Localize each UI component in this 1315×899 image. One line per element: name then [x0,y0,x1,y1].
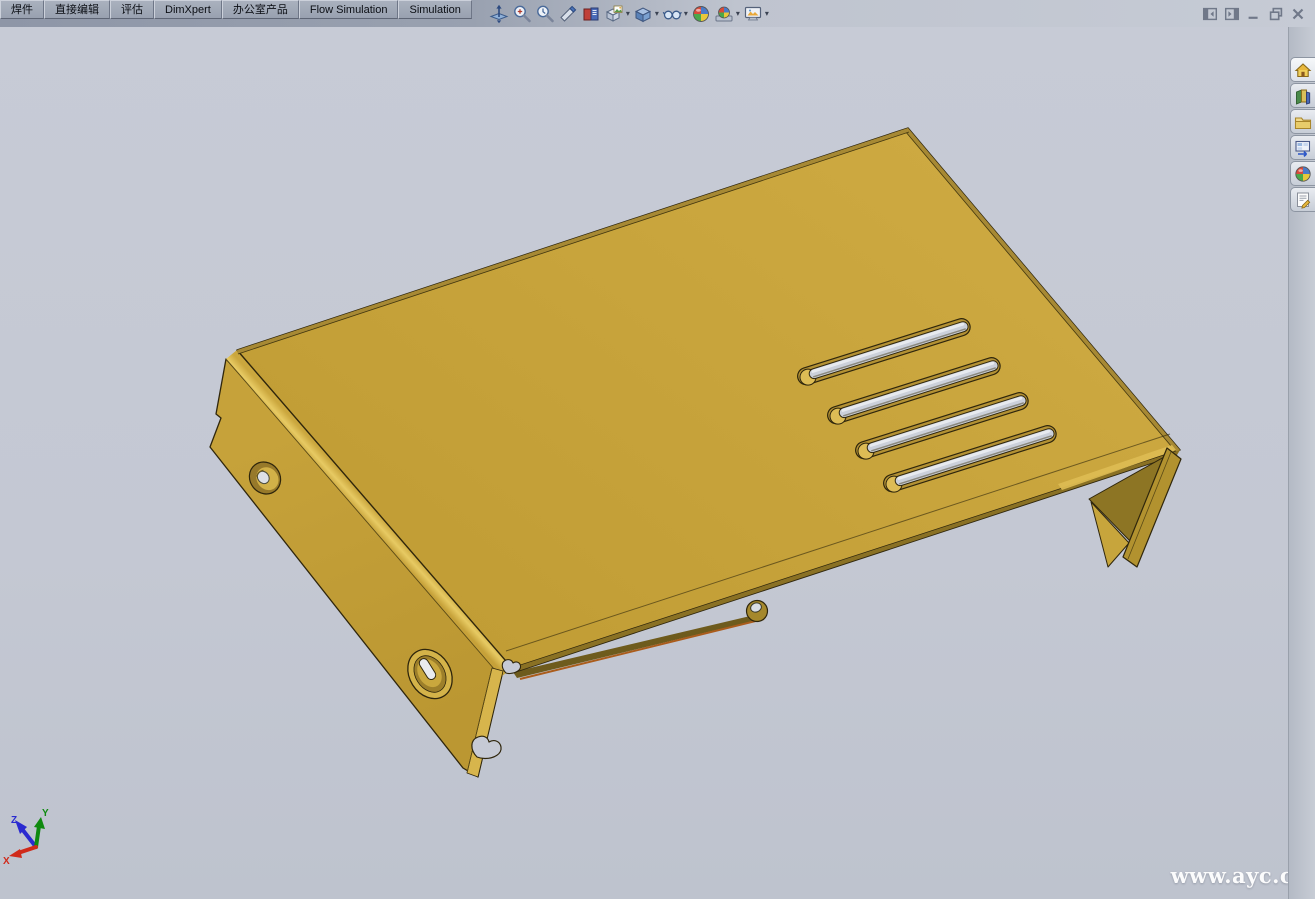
triad-x-label: X [3,856,10,867]
custom-properties-icon [1294,191,1312,209]
view-orientation-icon [604,4,624,24]
task-pane-tab-home[interactable] [1290,57,1315,82]
collapse-right-pane-icon [1223,5,1241,23]
triad-y-label: Y [42,808,49,819]
commandmanager-tabs: 焊件直接编辑评估DimXpert办公室产品Flow SimulationSimu… [0,0,472,20]
design-library-icon [1294,87,1312,105]
appearances-scenes-icon [1294,165,1312,183]
commandmanager-tab-0[interactable]: 焊件 [0,0,44,19]
view-orientation-dropdown-arrow[interactable]: ▾ [624,9,632,18]
corner-notch [502,660,520,674]
display-style-dropdown-arrow[interactable]: ▾ [653,9,661,18]
front-tab[interactable] [747,601,768,622]
commandmanager-tab-5[interactable]: Flow Simulation [299,0,399,19]
triad-z-label: Z [11,815,17,826]
zoom-to-fit-icon [489,4,509,24]
commandmanager-tab-6[interactable]: Simulation [398,0,471,19]
top-toolbar: 焊件直接编辑评估DimXpert办公室产品Flow SimulationSimu… [0,0,1315,27]
commandmanager-tab-1[interactable]: 直接编辑 [44,0,110,19]
view-orientation-button[interactable] [603,2,626,26]
apply-scene-button[interactable] [713,2,736,26]
edit-appearance-button[interactable] [690,2,713,26]
task-pane-tab-file-explorer[interactable] [1290,109,1315,134]
edit-appearance-icon [691,4,711,24]
flange-edge-notch [472,736,501,758]
section-view-icon [558,4,578,24]
task-pane-tab-appearances-scenes[interactable] [1290,161,1315,186]
close-icon [1289,5,1307,23]
task-pane-tab-custom-properties[interactable] [1290,187,1315,212]
sheet-metal-part[interactable] [210,128,1181,777]
zoom-to-area-icon [512,4,532,24]
window-controls [1199,0,1309,27]
minimize-button[interactable] [1243,5,1265,23]
previous-view-button[interactable] [534,2,557,26]
hide-show-items-button[interactable] [661,2,684,26]
commandmanager-tab-3[interactable]: DimXpert [154,0,222,19]
hide-show-items-dropdown-arrow[interactable]: ▾ [682,9,690,18]
commandmanager-tab-4[interactable]: 办公室产品 [222,0,299,19]
zoom-to-area-button[interactable] [511,2,534,26]
restore-button[interactable] [1265,5,1287,23]
task-pane-tab-view-palette[interactable] [1290,135,1315,160]
collapse-left-pane-button[interactable] [1199,5,1221,23]
view-settings-icon [743,4,763,24]
graphics-area[interactable]: Z Y X www.ayc.cn [0,27,1315,899]
minimize-icon [1245,5,1263,23]
view-settings-button[interactable] [742,2,765,26]
reference-triad: Z Y X [3,808,49,867]
3d-scene[interactable]: Z Y X [0,27,1315,899]
task-pane-tab-design-library[interactable] [1290,83,1315,108]
zoom-to-fit-button[interactable] [488,2,511,26]
display-style-button[interactable] [632,2,655,26]
restore-icon [1267,5,1285,23]
collapse-left-pane-icon [1201,5,1219,23]
apply-scene-icon [714,4,734,24]
drawing-view-icon [581,4,601,24]
headsup-view-toolbar: ▾ ▾ ▾ ▾ ▾ [488,0,771,27]
apply-scene-dropdown-arrow[interactable]: ▾ [734,9,742,18]
triad-x-arrow [9,849,22,858]
task-pane-tabs [1289,57,1315,213]
home-icon [1294,61,1312,79]
close-button[interactable] [1287,5,1309,23]
file-explorer-icon [1294,113,1312,131]
display-style-icon [633,4,653,24]
section-view-button[interactable] [557,2,580,26]
hide-show-items-icon [662,4,682,24]
view-palette-icon [1294,139,1312,157]
commandmanager-tab-2[interactable]: 评估 [110,0,154,19]
task-pane [1288,27,1315,899]
previous-view-icon [535,4,555,24]
drawing-view-button[interactable] [580,2,603,26]
view-settings-dropdown-arrow[interactable]: ▾ [763,9,771,18]
collapse-right-pane-button[interactable] [1221,5,1243,23]
